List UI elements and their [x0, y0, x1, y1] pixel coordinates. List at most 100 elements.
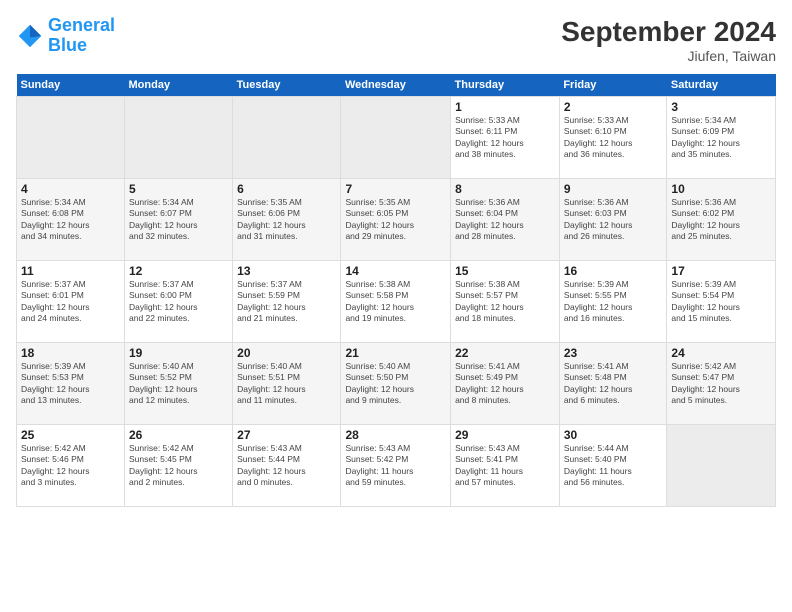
day-info: Sunrise: 5:35 AM Sunset: 6:05 PM Dayligh…	[345, 197, 446, 243]
logo-icon	[16, 22, 44, 50]
table-row: 24Sunrise: 5:42 AM Sunset: 5:47 PM Dayli…	[667, 343, 776, 425]
day-info: Sunrise: 5:34 AM Sunset: 6:07 PM Dayligh…	[129, 197, 228, 243]
table-row: 8Sunrise: 5:36 AM Sunset: 6:04 PM Daylig…	[451, 179, 560, 261]
day-info: Sunrise: 5:39 AM Sunset: 5:54 PM Dayligh…	[671, 279, 771, 325]
day-info: Sunrise: 5:36 AM Sunset: 6:04 PM Dayligh…	[455, 197, 555, 243]
table-row	[17, 97, 125, 179]
day-number: 12	[129, 264, 228, 278]
table-row: 1Sunrise: 5:33 AM Sunset: 6:11 PM Daylig…	[451, 97, 560, 179]
day-number: 10	[671, 182, 771, 196]
day-info: Sunrise: 5:41 AM Sunset: 5:48 PM Dayligh…	[564, 361, 663, 407]
day-info: Sunrise: 5:37 AM Sunset: 6:00 PM Dayligh…	[129, 279, 228, 325]
day-number: 9	[564, 182, 663, 196]
table-row: 18Sunrise: 5:39 AM Sunset: 5:53 PM Dayli…	[17, 343, 125, 425]
col-wednesday: Wednesday	[341, 74, 451, 97]
day-number: 20	[237, 346, 336, 360]
table-row: 5Sunrise: 5:34 AM Sunset: 6:07 PM Daylig…	[125, 179, 233, 261]
col-thursday: Thursday	[451, 74, 560, 97]
day-info: Sunrise: 5:40 AM Sunset: 5:52 PM Dayligh…	[129, 361, 228, 407]
table-row: 10Sunrise: 5:36 AM Sunset: 6:02 PM Dayli…	[667, 179, 776, 261]
table-row: 17Sunrise: 5:39 AM Sunset: 5:54 PM Dayli…	[667, 261, 776, 343]
title-block: September 2024 Jiufen, Taiwan	[561, 16, 776, 64]
day-number: 18	[21, 346, 120, 360]
day-info: Sunrise: 5:43 AM Sunset: 5:44 PM Dayligh…	[237, 443, 336, 489]
table-row: 12Sunrise: 5:37 AM Sunset: 6:00 PM Dayli…	[125, 261, 233, 343]
day-number: 24	[671, 346, 771, 360]
day-info: Sunrise: 5:33 AM Sunset: 6:11 PM Dayligh…	[455, 115, 555, 161]
calendar-row: 18Sunrise: 5:39 AM Sunset: 5:53 PM Dayli…	[17, 343, 776, 425]
table-row: 23Sunrise: 5:41 AM Sunset: 5:48 PM Dayli…	[559, 343, 667, 425]
col-friday: Friday	[559, 74, 667, 97]
table-row: 26Sunrise: 5:42 AM Sunset: 5:45 PM Dayli…	[125, 425, 233, 507]
table-row: 20Sunrise: 5:40 AM Sunset: 5:51 PM Dayli…	[233, 343, 341, 425]
calendar-row: 1Sunrise: 5:33 AM Sunset: 6:11 PM Daylig…	[17, 97, 776, 179]
day-info: Sunrise: 5:36 AM Sunset: 6:02 PM Dayligh…	[671, 197, 771, 243]
day-number: 28	[345, 428, 446, 442]
table-row: 25Sunrise: 5:42 AM Sunset: 5:46 PM Dayli…	[17, 425, 125, 507]
day-number: 26	[129, 428, 228, 442]
table-row: 3Sunrise: 5:34 AM Sunset: 6:09 PM Daylig…	[667, 97, 776, 179]
calendar-body: 1Sunrise: 5:33 AM Sunset: 6:11 PM Daylig…	[17, 97, 776, 507]
calendar-row: 4Sunrise: 5:34 AM Sunset: 6:08 PM Daylig…	[17, 179, 776, 261]
table-row: 30Sunrise: 5:44 AM Sunset: 5:40 PM Dayli…	[559, 425, 667, 507]
calendar-row: 11Sunrise: 5:37 AM Sunset: 6:01 PM Dayli…	[17, 261, 776, 343]
table-row: 14Sunrise: 5:38 AM Sunset: 5:58 PM Dayli…	[341, 261, 451, 343]
table-row: 15Sunrise: 5:38 AM Sunset: 5:57 PM Dayli…	[451, 261, 560, 343]
day-number: 5	[129, 182, 228, 196]
day-info: Sunrise: 5:37 AM Sunset: 6:01 PM Dayligh…	[21, 279, 120, 325]
day-info: Sunrise: 5:42 AM Sunset: 5:47 PM Dayligh…	[671, 361, 771, 407]
table-row: 27Sunrise: 5:43 AM Sunset: 5:44 PM Dayli…	[233, 425, 341, 507]
day-number: 23	[564, 346, 663, 360]
month-title: September 2024	[561, 16, 776, 48]
table-row	[667, 425, 776, 507]
day-info: Sunrise: 5:41 AM Sunset: 5:49 PM Dayligh…	[455, 361, 555, 407]
location-subtitle: Jiufen, Taiwan	[561, 48, 776, 64]
day-info: Sunrise: 5:34 AM Sunset: 6:09 PM Dayligh…	[671, 115, 771, 161]
table-row: 21Sunrise: 5:40 AM Sunset: 5:50 PM Dayli…	[341, 343, 451, 425]
day-number: 16	[564, 264, 663, 278]
day-number: 2	[564, 100, 663, 114]
table-row: 22Sunrise: 5:41 AM Sunset: 5:49 PM Dayli…	[451, 343, 560, 425]
day-info: Sunrise: 5:43 AM Sunset: 5:42 PM Dayligh…	[345, 443, 446, 489]
day-info: Sunrise: 5:44 AM Sunset: 5:40 PM Dayligh…	[564, 443, 663, 489]
table-row: 6Sunrise: 5:35 AM Sunset: 6:06 PM Daylig…	[233, 179, 341, 261]
day-info: Sunrise: 5:43 AM Sunset: 5:41 PM Dayligh…	[455, 443, 555, 489]
day-number: 13	[237, 264, 336, 278]
page-container: General Blue September 2024 Jiufen, Taiw…	[0, 0, 792, 517]
day-info: Sunrise: 5:39 AM Sunset: 5:55 PM Dayligh…	[564, 279, 663, 325]
day-info: Sunrise: 5:39 AM Sunset: 5:53 PM Dayligh…	[21, 361, 120, 407]
header-row: Sunday Monday Tuesday Wednesday Thursday…	[17, 74, 776, 97]
day-number: 1	[455, 100, 555, 114]
day-number: 19	[129, 346, 228, 360]
day-info: Sunrise: 5:42 AM Sunset: 5:45 PM Dayligh…	[129, 443, 228, 489]
page-header: General Blue September 2024 Jiufen, Taiw…	[16, 16, 776, 64]
table-row: 28Sunrise: 5:43 AM Sunset: 5:42 PM Dayli…	[341, 425, 451, 507]
table-row: 16Sunrise: 5:39 AM Sunset: 5:55 PM Dayli…	[559, 261, 667, 343]
day-info: Sunrise: 5:40 AM Sunset: 5:50 PM Dayligh…	[345, 361, 446, 407]
day-number: 4	[21, 182, 120, 196]
day-info: Sunrise: 5:38 AM Sunset: 5:58 PM Dayligh…	[345, 279, 446, 325]
day-info: Sunrise: 5:37 AM Sunset: 5:59 PM Dayligh…	[237, 279, 336, 325]
table-row: 2Sunrise: 5:33 AM Sunset: 6:10 PM Daylig…	[559, 97, 667, 179]
table-row: 7Sunrise: 5:35 AM Sunset: 6:05 PM Daylig…	[341, 179, 451, 261]
table-row	[233, 97, 341, 179]
day-info: Sunrise: 5:33 AM Sunset: 6:10 PM Dayligh…	[564, 115, 663, 161]
day-number: 15	[455, 264, 555, 278]
day-number: 25	[21, 428, 120, 442]
day-info: Sunrise: 5:34 AM Sunset: 6:08 PM Dayligh…	[21, 197, 120, 243]
day-info: Sunrise: 5:35 AM Sunset: 6:06 PM Dayligh…	[237, 197, 336, 243]
calendar-table: Sunday Monday Tuesday Wednesday Thursday…	[16, 74, 776, 507]
day-number: 21	[345, 346, 446, 360]
day-number: 17	[671, 264, 771, 278]
day-info: Sunrise: 5:42 AM Sunset: 5:46 PM Dayligh…	[21, 443, 120, 489]
col-tuesday: Tuesday	[233, 74, 341, 97]
table-row: 19Sunrise: 5:40 AM Sunset: 5:52 PM Dayli…	[125, 343, 233, 425]
table-row: 13Sunrise: 5:37 AM Sunset: 5:59 PM Dayli…	[233, 261, 341, 343]
col-saturday: Saturday	[667, 74, 776, 97]
day-number: 11	[21, 264, 120, 278]
logo: General Blue	[16, 16, 115, 56]
calendar-row: 25Sunrise: 5:42 AM Sunset: 5:46 PM Dayli…	[17, 425, 776, 507]
day-info: Sunrise: 5:38 AM Sunset: 5:57 PM Dayligh…	[455, 279, 555, 325]
day-number: 14	[345, 264, 446, 278]
table-row: 4Sunrise: 5:34 AM Sunset: 6:08 PM Daylig…	[17, 179, 125, 261]
